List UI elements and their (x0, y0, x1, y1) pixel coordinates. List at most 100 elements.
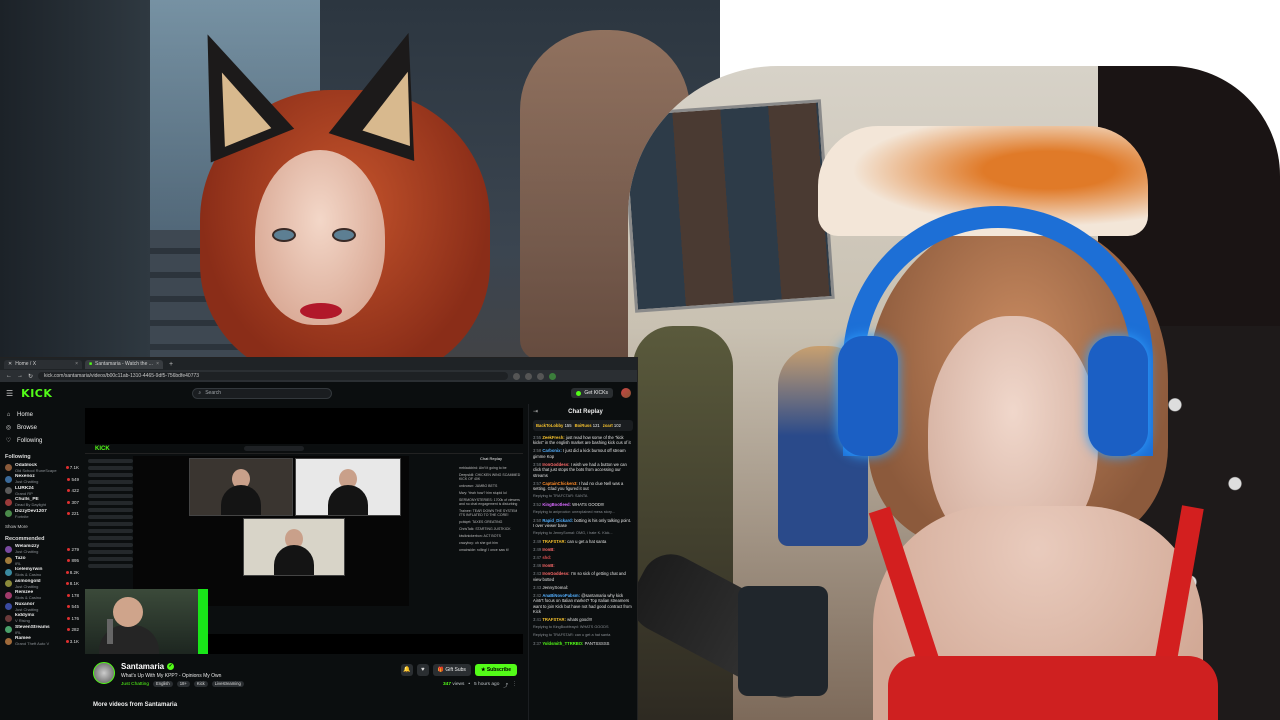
channel-category: IRL (15, 560, 22, 566)
message-timestamp: 3:43 (533, 571, 542, 577)
sidebar-item-following[interactable]: ♡ Following (5, 434, 79, 447)
chat-username[interactable]: Yoldsmith_TTRRBO: (542, 641, 583, 646)
extension-icon[interactable] (513, 372, 521, 380)
profile-icon[interactable] (549, 372, 557, 380)
chat-message: 3:43 IronGoddess: I'm so sick of getting… (533, 571, 633, 582)
chat-username[interactable]: JennySomal: (542, 585, 568, 590)
view-stats: 347 views • 5 hours ago ⤴ ⋮ (443, 682, 517, 689)
heart-icon[interactable]: ♥ (416, 664, 429, 676)
chat-message: 3:58 Carbonix: I just did a kick burnout… (533, 448, 633, 459)
chat-username[interactable]: CaptainChicken3: (542, 481, 577, 486)
chat-username[interactable]: KingBootleed: (542, 502, 571, 507)
close-tab-icon[interactable]: × (75, 361, 78, 367)
chat-username[interactable]: TRAFSTAR: (542, 539, 566, 544)
gifter-entry[interactable]: BoiRuss 121 (575, 423, 600, 428)
sidebar-channel[interactable]: Tazo IRL 895 (5, 555, 79, 567)
chat-username[interactable]: AnaBiNovoPabsm: (542, 593, 580, 598)
user-avatar[interactable] (621, 388, 631, 398)
inner-chat-line: crazyboy: oh she got him (459, 541, 498, 545)
following-header: Following (5, 454, 31, 460)
sidebar-channel[interactable]: Chulls_PE Dead By Daylight 307 (5, 497, 79, 509)
chat-username[interactable]: IronB: (542, 563, 554, 568)
sidebar-channel[interactable]: Welamizzy Just Chatting 279 (5, 544, 79, 556)
new-tab-plus-icon[interactable]: + (166, 361, 176, 368)
chat-username[interactable]: Carbonix: (542, 448, 562, 453)
sidebar-channel[interactable]: LURK24 Grand RP 422 (5, 485, 79, 497)
inner-chat-line: Trainee: TEAR DOWN THE SYSTEM IT'S INFLA… (459, 509, 518, 517)
sidebar-channel[interactable]: Nexenoz Just Chatting 549 (5, 474, 79, 486)
streamer-name[interactable]: Santamaria ✓ (121, 662, 175, 671)
sidebar-channel[interactable]: Odablock Old School RuneScape 7.1K (5, 462, 79, 474)
sidebar-channel[interactable]: Ramee Grand Theft Auto V 3.1K (5, 636, 79, 648)
chat-username[interactable]: shd: (542, 555, 551, 560)
stream-tag[interactable]: Kick (193, 681, 208, 687)
browser-tab-kick[interactable]: ■ Santamaria - Watch the ... × (85, 359, 163, 369)
channel-info: Nuxanor Just Chatting (15, 602, 64, 612)
chat-username[interactable]: Rapid_Dickard: (542, 518, 573, 523)
sidebar-item-browse[interactable]: ◎ Browse (5, 421, 79, 434)
channel-avatar (5, 603, 12, 611)
sidebar-channel[interactable]: Nuxanor Just Chatting 545 (5, 601, 79, 613)
viewer-count: 895 (67, 558, 79, 563)
stream-tag[interactable]: English (153, 681, 173, 687)
streamer-avatar[interactable] (93, 662, 115, 684)
chat-username[interactable]: IronB: (542, 547, 554, 552)
chat-username[interactable]: IronGoddess: (542, 462, 569, 467)
url-field[interactable]: kick.com/santamaria/videos/b00c11ab-1310… (38, 372, 509, 380)
chat-username[interactable]: ZeekFresh: (542, 435, 564, 440)
chat-message: 3:49 IronB: (533, 547, 633, 552)
pip-head (113, 597, 143, 627)
channel-avatar (5, 510, 12, 518)
channel-info: asmongold Just Chatting (15, 579, 63, 589)
extension-icon[interactable] (525, 372, 533, 380)
kick-logo[interactable]: KICK (21, 387, 52, 400)
chat-username[interactable]: IronGoddess: (542, 571, 569, 576)
get-kicks-button[interactable]: Get KICKs (571, 388, 613, 398)
art-lips (300, 303, 342, 319)
chat-username[interactable]: TRAFSTAR: (542, 617, 566, 622)
extension-icon[interactable] (537, 372, 545, 380)
sidebar-channel[interactable]: DizzyDev1207 Fortnite 221 (5, 508, 79, 520)
gifter-entry[interactable]: BackToLobby 155 (536, 423, 572, 428)
kick-top-nav: ☰ KICK ⌕ Search Get KICKs (0, 382, 637, 404)
gift-subs-button[interactable]: 🎁 Gift Subs (432, 664, 471, 676)
forward-arrow-icon[interactable]: → (17, 373, 23, 379)
more-options-icon[interactable]: ⋮ (512, 682, 517, 689)
message-timestamp: 3:55 (533, 435, 542, 440)
reload-icon[interactable]: ↻ (28, 373, 33, 380)
inner-video-call (133, 456, 409, 606)
channel-info: StevenStreams IRL (15, 625, 64, 635)
inner-chat-line: omainside: rolling! I once saw it! (459, 548, 509, 552)
hamburger-menu-icon[interactable]: ☰ (6, 389, 13, 398)
sidebar-item-label: Following (17, 437, 43, 444)
tab-bar: ✕ Home / X × ■ Santamaria - Watch the ..… (0, 358, 637, 370)
gifter-entry[interactable]: zoart 102 (603, 423, 621, 428)
sidebar-channel[interactable]: StevenStreams IRL 282 (5, 624, 79, 636)
view-count: 347 (443, 682, 452, 687)
channel-avatar (5, 545, 12, 553)
subscribe-button[interactable]: ★ Subscribe (474, 664, 517, 676)
category-link[interactable]: Just Chatting (121, 682, 149, 687)
close-tab-icon[interactable]: × (156, 361, 159, 367)
sidebar-channel[interactable]: Remzee Slots & Casino 178 (5, 590, 79, 602)
sidebar-channel[interactable]: asmongold Just Chatting 8.1K (5, 578, 79, 590)
gifter-name: zoart (602, 423, 613, 428)
video-player[interactable]: KICK Chat Replay mrblackbird: Ain't it g… (85, 408, 523, 654)
back-arrow-icon[interactable]: ← (6, 373, 12, 379)
stream-tag[interactable]: Livestreaming (211, 681, 244, 687)
stream-tag[interactable]: 18+ (176, 681, 190, 687)
sidebar-item-home[interactable]: ⌂ Home (5, 408, 79, 421)
sidebar-channel[interactable]: Icelemyrwin Slots & Casino 8.2K (5, 567, 79, 579)
browser-tab-x[interactable]: ✕ Home / X × (4, 359, 82, 369)
message-timestamp: 3:50 (533, 518, 542, 524)
share-icon[interactable]: ⤴ (503, 682, 508, 689)
bell-icon[interactable]: 🔔 (400, 664, 413, 676)
show-more-link[interactable]: Show More (5, 524, 79, 529)
viewer-count: 8.2K (66, 570, 79, 575)
art-eye-right (332, 228, 356, 242)
search-input[interactable]: ⌕ Search (192, 387, 333, 399)
sidebar-channel[interactable]: kiddymx V Rising 176 (5, 613, 79, 625)
collapse-chat-icon[interactable]: ⇥ (533, 408, 538, 415)
message-timestamp: 3:42 (533, 592, 542, 598)
microphone (738, 586, 828, 696)
